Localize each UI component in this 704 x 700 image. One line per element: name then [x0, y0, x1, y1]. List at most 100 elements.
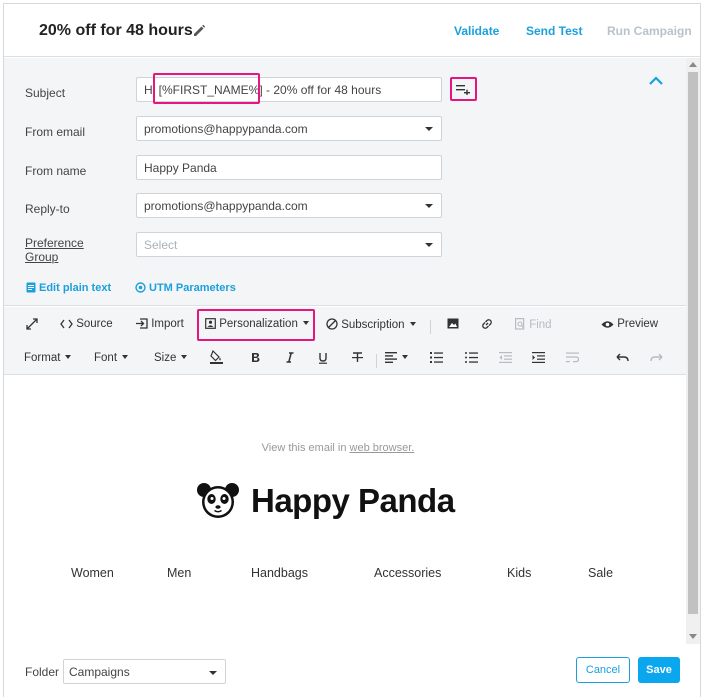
view-in-browser-text: View this email in [261, 442, 350, 454]
edit-plain-text-label: Edit plain text [39, 282, 112, 294]
maximize-icon [26, 318, 38, 330]
indent-icon [532, 352, 545, 363]
nav-sale[interactable]: Sale [588, 566, 613, 580]
link-button[interactable] [481, 318, 493, 331]
insert-list-icon [456, 85, 470, 95]
code-icon [60, 319, 73, 329]
scroll-up-arrow[interactable] [689, 62, 697, 67]
text-color-button[interactable] [210, 349, 223, 365]
wrap-text-icon [566, 352, 580, 363]
format-label: Format [24, 352, 61, 364]
find-button[interactable]: Find [515, 318, 552, 331]
personalization-tag-highlight [153, 73, 260, 104]
scrollbar-thumb[interactable] [688, 72, 698, 614]
chevron-down-icon [425, 127, 433, 131]
campaign-settings-form: Subject Hi [%FIRST_NAME%] - 20% off for … [4, 58, 686, 306]
nav-accessories[interactable]: Accessories [374, 566, 441, 580]
import-icon [136, 318, 148, 329]
bold-button[interactable] [251, 352, 260, 364]
from-name-label: From name [25, 164, 87, 178]
chevron-down-icon [181, 355, 188, 359]
target-icon [135, 282, 146, 293]
folder-select[interactable]: Campaigns [63, 659, 226, 684]
format-dropdown[interactable]: Format [24, 352, 72, 364]
collapse-chevron-icon[interactable] [648, 75, 664, 87]
link-icon [482, 319, 492, 329]
maximize-button[interactable] [26, 318, 38, 331]
nav-women[interactable]: Women [71, 566, 114, 580]
find-label: Find [529, 319, 552, 331]
insert-personalization-button[interactable] [450, 77, 477, 101]
send-test-button[interactable]: Send Test [526, 24, 582, 38]
subscription-label: Subscription [341, 319, 405, 331]
italic-icon [286, 352, 294, 363]
block-quote-button[interactable] [566, 352, 580, 364]
campaign-editor-window: 20% off for 48 hours Validate Send Test … [3, 3, 701, 697]
folder-label: Folder [25, 665, 60, 679]
eye-icon [601, 321, 614, 328]
vertical-scrollbar[interactable] [686, 58, 700, 644]
from-email-select[interactable]: promotions@happypanda.com [136, 116, 442, 141]
nav-kids[interactable]: Kids [507, 566, 531, 580]
undo-button[interactable] [616, 352, 629, 364]
bulleted-list-button[interactable] [465, 352, 478, 364]
edit-plain-text-link[interactable]: Edit plain text [26, 282, 111, 294]
reply-to-value: promotions@happypanda.com [144, 199, 308, 213]
source-button[interactable]: Source [60, 318, 113, 330]
chevron-down-icon [122, 355, 129, 359]
image-button[interactable] [447, 318, 459, 330]
strikethrough-icon [352, 352, 363, 362]
bulleted-list-icon [465, 352, 478, 363]
preference-group-select[interactable]: Select [136, 232, 442, 257]
utm-parameters-link[interactable]: UTM Parameters [135, 282, 236, 294]
from-name-input[interactable]: Happy Panda [136, 155, 442, 180]
italic-button[interactable] [286, 352, 294, 364]
reply-to-select[interactable]: promotions@happypanda.com [136, 193, 442, 218]
strikethrough-button[interactable] [352, 352, 363, 364]
preview-label: Preview [617, 318, 659, 330]
editor-toolbar: Source Import Personalization Subscripti… [4, 307, 686, 375]
personalization-highlight [197, 309, 315, 341]
panda-logo-icon [197, 483, 239, 518]
find-icon [515, 318, 525, 330]
bold-icon [252, 353, 260, 362]
cancel-button[interactable]: Cancel [576, 657, 630, 683]
folder-value: Campaigns [69, 665, 130, 679]
save-button[interactable]: Save [638, 657, 680, 683]
web-browser-link[interactable]: web browser. [350, 442, 415, 454]
align-dropdown[interactable] [385, 352, 408, 364]
utm-parameters-label: UTM Parameters [149, 282, 236, 294]
nav-handbags[interactable]: Handbags [251, 566, 308, 580]
size-dropdown[interactable]: Size [154, 352, 188, 364]
toolbar-separator [430, 320, 431, 334]
scroll-down-arrow[interactable] [689, 634, 697, 639]
indent-button[interactable] [532, 352, 545, 364]
chevron-down-icon [65, 355, 72, 359]
redo-icon [650, 353, 663, 362]
chevron-down-icon [425, 204, 433, 208]
toolbar-separator [376, 354, 377, 368]
undo-icon [616, 353, 629, 362]
numbered-list-button[interactable] [430, 352, 443, 364]
subscription-dropdown[interactable]: Subscription [326, 318, 416, 331]
import-button[interactable]: Import [136, 318, 184, 330]
underline-icon [319, 353, 327, 364]
outdent-button[interactable] [499, 352, 512, 364]
outdent-icon [499, 352, 512, 363]
reply-to-label: Reply-to [25, 202, 70, 216]
pencil-icon[interactable] [192, 24, 206, 38]
font-dropdown[interactable]: Font [94, 352, 129, 364]
chevron-down-icon [409, 322, 416, 326]
validate-button[interactable]: Validate [454, 24, 499, 38]
image-icon [447, 318, 459, 329]
run-campaign-button[interactable]: Run Campaign [607, 24, 692, 38]
redo-button[interactable] [650, 352, 663, 364]
preview-button[interactable]: Preview [601, 318, 658, 330]
nav-men[interactable]: Men [167, 566, 191, 580]
ban-icon [326, 318, 338, 330]
document-icon [26, 282, 36, 293]
email-canvas[interactable]: View this email in web browser. Happy Pa… [4, 376, 686, 644]
preference-group-placeholder: Select [144, 238, 178, 252]
brand-name: Happy Panda [251, 482, 455, 519]
underline-button[interactable] [318, 352, 328, 365]
